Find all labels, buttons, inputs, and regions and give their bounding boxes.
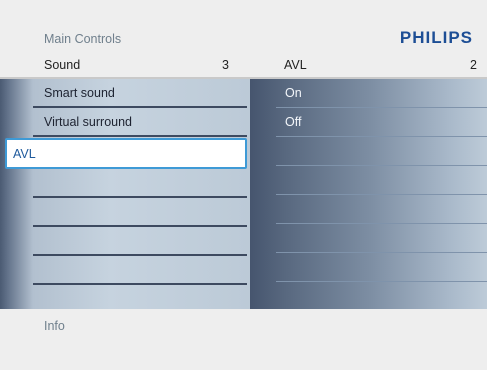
breadcrumb: Main Controls [44,32,122,46]
left-header-count: 3 [222,58,229,72]
menu-item-empty [33,169,247,198]
menu-item-virtual-surround[interactable]: Virtual surround [33,108,247,137]
menu-item-empty [33,227,247,256]
option-empty [276,253,487,282]
menu-item-label: AVL [13,147,36,161]
right-header-count: 2 [470,58,477,72]
option-empty [276,137,487,166]
menu-item-label: Smart sound [44,86,115,100]
option-on[interactable]: On [276,79,487,108]
menu-item-label: Virtual surround [44,115,133,129]
top-bar: Main Controls PHILIPS [0,0,487,57]
menu-item-avl[interactable]: AVL [5,138,247,169]
option-empty [276,282,487,311]
menu-item-empty [33,256,247,285]
option-empty [276,224,487,253]
option-label: Off [285,115,302,129]
brand-logo: PHILIPS [399,28,473,47]
header-row: Sound 3 AVL 2 [0,54,487,79]
menu-item-smart-sound[interactable]: Smart sound [33,79,247,108]
left-header-label: Sound [44,58,81,72]
option-label: On [285,86,302,100]
sound-menu-panel: Smart sound Virtual surround AVL [0,79,250,314]
option-off[interactable]: Off [276,108,487,137]
menu-item-empty [33,198,247,227]
info-area: Info [0,309,487,370]
avl-options-panel: On Off [250,79,487,311]
right-header-label: AVL [284,58,307,72]
info-label: Info [44,319,65,333]
option-empty [276,166,487,195]
option-empty [276,195,487,224]
